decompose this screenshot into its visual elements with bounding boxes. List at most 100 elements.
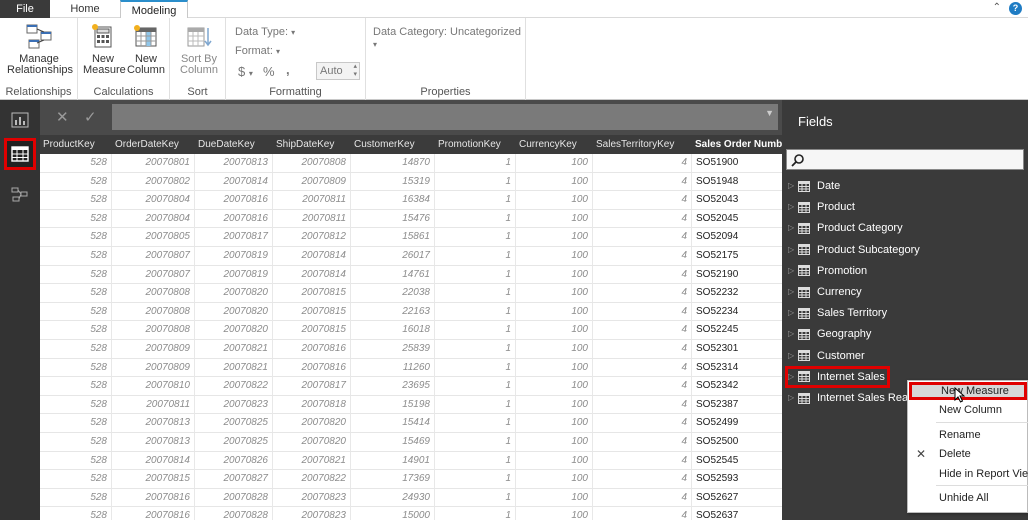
table-cell[interactable]: 528: [40, 209, 112, 228]
table-cell[interactable]: 14870: [351, 154, 435, 172]
table-cell[interactable]: 1: [435, 302, 516, 321]
table-cell[interactable]: SO52593: [692, 470, 782, 488]
table-cell[interactable]: 20070819: [195, 247, 273, 265]
table-cell[interactable]: SO52232: [692, 284, 782, 302]
expand-arrow-icon[interactable]: ▷: [788, 197, 798, 217]
table-cell[interactable]: 1: [435, 209, 516, 228]
table-cell[interactable]: 1: [435, 358, 516, 377]
table-cell[interactable]: 20070814: [112, 451, 195, 470]
table-cell[interactable]: SO52234: [692, 303, 782, 321]
table-cell[interactable]: 20070807: [112, 265, 195, 284]
table-cell[interactable]: 15000: [351, 507, 435, 520]
table-cell[interactable]: 20070815: [273, 321, 351, 340]
table-cell[interactable]: 1: [435, 191, 516, 210]
table-cell[interactable]: 4: [593, 154, 692, 172]
table-cell[interactable]: SO52627: [692, 489, 782, 507]
table-cell[interactable]: 20070814: [195, 172, 273, 191]
table-cell[interactable]: 20070816: [112, 488, 195, 507]
field-table-item[interactable]: ▷ Product Category: [788, 218, 903, 238]
table-cell[interactable]: 15476: [351, 209, 435, 228]
field-table-item[interactable]: ▷ Sales Territory: [788, 303, 887, 323]
column-header[interactable]: OrderDateKey: [112, 135, 195, 154]
menu-item-new-measure[interactable]: New Measure: [909, 382, 1027, 400]
menu-item-new-column[interactable]: New Column: [908, 401, 1028, 419]
table-cell[interactable]: SO52387: [692, 396, 782, 414]
table-cell[interactable]: SO52094: [692, 228, 782, 246]
table-cell[interactable]: 1: [435, 154, 516, 172]
relationships-view-button[interactable]: [4, 178, 36, 210]
new-measure-button[interactable]: New Measure: [82, 22, 126, 76]
table-cell[interactable]: 20070818: [273, 395, 351, 414]
table-cell[interactable]: 16018: [351, 321, 435, 340]
table-cell[interactable]: SO51900: [692, 154, 782, 172]
table-cell[interactable]: 15469: [351, 433, 435, 451]
field-table-item[interactable]: ▷ Internet Sales: [785, 365, 890, 388]
table-cell[interactable]: 4: [593, 451, 692, 470]
table-row[interactable]: 528 20070808 20070820 20070815 16018 1 100 4 SO5…: [40, 321, 782, 340]
table-cell[interactable]: 1: [435, 470, 516, 489]
table-cell[interactable]: 20070817: [195, 228, 273, 247]
table-cell[interactable]: 100: [516, 377, 593, 396]
table-cell[interactable]: SO52301: [692, 340, 782, 358]
table-cell[interactable]: 20070815: [273, 302, 351, 321]
table-cell[interactable]: 1: [435, 228, 516, 247]
help-icon[interactable]: ?: [1009, 2, 1022, 15]
table-cell[interactable]: 20070807: [112, 247, 195, 265]
table-cell[interactable]: 20070815: [273, 284, 351, 303]
table-cell[interactable]: 20070820: [195, 302, 273, 321]
table-cell[interactable]: 528: [40, 395, 112, 414]
table-cell[interactable]: 20070814: [273, 247, 351, 265]
menu-item-rename[interactable]: Rename: [908, 426, 1028, 444]
table-cell[interactable]: 1: [435, 507, 516, 520]
table-cell[interactable]: 4: [593, 340, 692, 358]
data-view-button[interactable]: [4, 138, 36, 170]
table-cell[interactable]: 100: [516, 284, 593, 303]
table-row[interactable]: 528 20070808 20070820 20070815 22038 1 100 4 SO5…: [40, 284, 782, 303]
table-cell[interactable]: 100: [516, 451, 593, 470]
table-row[interactable]: 528 20070810 20070822 20070817 23695 1 100 4 SO5…: [40, 377, 782, 396]
table-cell[interactable]: 4: [593, 265, 692, 284]
table-cell[interactable]: SO52175: [692, 247, 782, 265]
table-cell[interactable]: 528: [40, 358, 112, 377]
table-cell[interactable]: 4: [593, 172, 692, 191]
table-cell[interactable]: 528: [40, 154, 112, 172]
table-cell[interactable]: 20070808: [112, 321, 195, 340]
table-cell[interactable]: 4: [593, 321, 692, 340]
table-cell[interactable]: 20070811: [112, 395, 195, 414]
table-row[interactable]: 528 20070813 20070825 20070820 15414 1 100 4 SO5…: [40, 414, 782, 433]
table-row[interactable]: 528 20070807 20070819 20070814 26017 1 100 4 SO5…: [40, 247, 782, 266]
table-row[interactable]: 528 20070807 20070819 20070814 14761 1 100 4 SO5…: [40, 265, 782, 285]
table-cell[interactable]: 20070823: [195, 395, 273, 414]
column-header[interactable]: Sales Order Numbe: [692, 135, 782, 154]
table-row[interactable]: 528 20070813 20070825 20070820 15469 1 100 4 SO5…: [40, 433, 782, 452]
expand-arrow-icon[interactable]: ▷: [788, 261, 798, 281]
table-cell[interactable]: 20070821: [273, 451, 351, 470]
table-cell[interactable]: 1: [435, 284, 516, 303]
table-cell[interactable]: 100: [516, 172, 593, 191]
table-cell[interactable]: 16384: [351, 191, 435, 210]
table-cell[interactable]: 4: [593, 377, 692, 396]
table-cell[interactable]: 528: [40, 191, 112, 210]
table-cell[interactable]: 528: [40, 247, 112, 265]
expand-arrow-icon[interactable]: ▷: [788, 218, 798, 238]
table-cell[interactable]: 100: [516, 302, 593, 321]
table-cell[interactable]: 20070808: [112, 284, 195, 303]
table-cell[interactable]: 20070821: [195, 340, 273, 358]
table-row[interactable]: 528 20070808 20070820 20070815 22163 1 100 4 SO5…: [40, 302, 782, 322]
table-row[interactable]: 528 20070802 20070814 20070809 15319 1 100 4 SO5…: [40, 172, 782, 192]
table-cell[interactable]: 20070804: [112, 191, 195, 210]
table-cell[interactable]: 528: [40, 451, 112, 470]
table-cell[interactable]: 528: [40, 470, 112, 489]
table-cell[interactable]: 20070820: [195, 284, 273, 303]
table-cell[interactable]: 4: [593, 302, 692, 321]
currency-format-button[interactable]: $ ▾: [238, 64, 253, 79]
table-cell[interactable]: 528: [40, 414, 112, 433]
table-cell[interactable]: 1: [435, 451, 516, 470]
table-cell[interactable]: 20070816: [273, 340, 351, 358]
table-cell[interactable]: 1: [435, 377, 516, 396]
format-dropdown[interactable]: Format: ▾: [235, 45, 280, 57]
field-table-item[interactable]: ▷ Internet Sales Reaso: [788, 388, 920, 408]
table-cell[interactable]: 20070810: [112, 377, 195, 396]
table-cell[interactable]: 528: [40, 265, 112, 284]
table-cell[interactable]: 4: [593, 488, 692, 507]
